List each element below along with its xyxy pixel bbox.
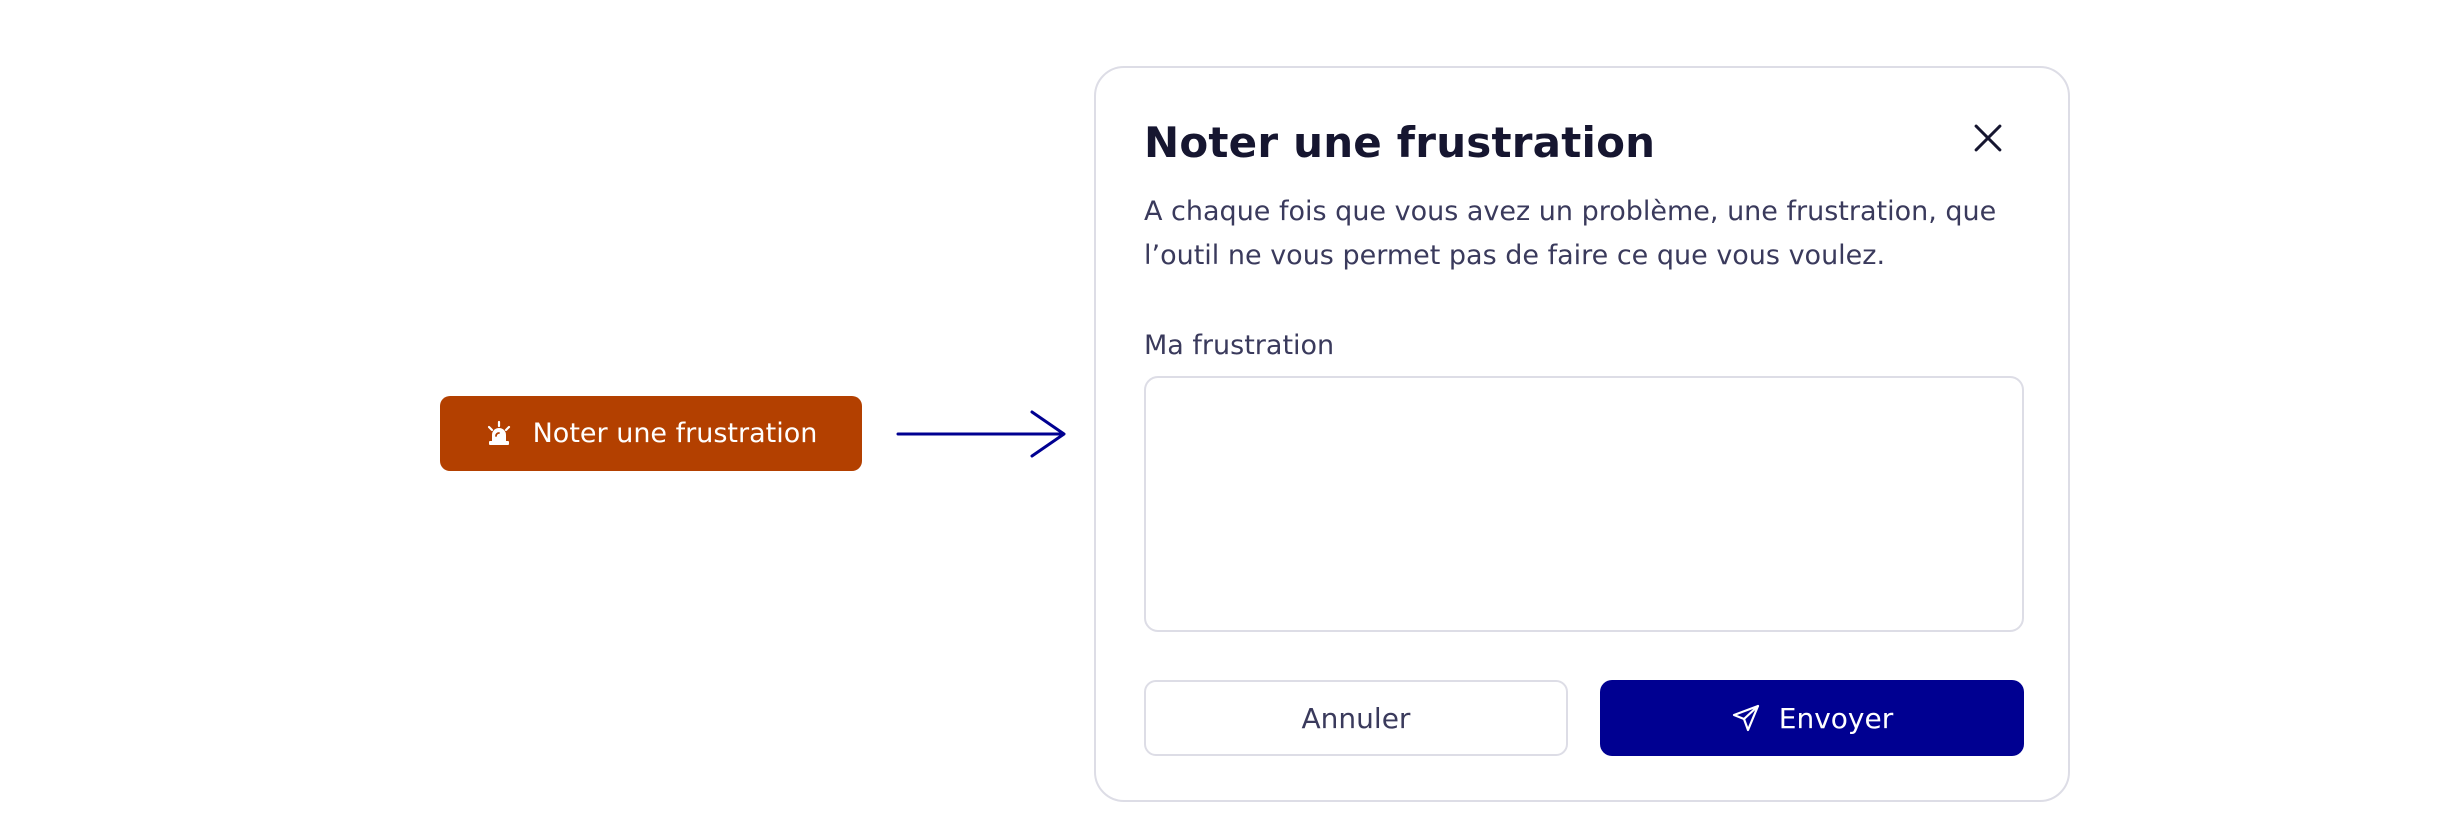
note-frustration-trigger-button[interactable]: Noter une frustration (440, 396, 862, 471)
cancel-button-label: Annuler (1301, 701, 1411, 735)
send-icon (1731, 703, 1761, 733)
dialog-title: Noter une frustration (1144, 118, 1656, 167)
dialog-description: A chaque fois que vous avez un problème,… (1144, 196, 1997, 271)
trigger-label: Noter une frustration (532, 418, 818, 449)
close-icon (1974, 124, 2002, 152)
frustration-field-label: Ma frustration (1144, 330, 1335, 361)
arrow-right-icon (896, 410, 1066, 458)
cancel-button[interactable]: Annuler (1144, 680, 1568, 756)
alarm-siren-icon (485, 420, 513, 448)
send-button[interactable]: Envoyer (1600, 680, 2024, 756)
close-button[interactable] (1968, 118, 2008, 158)
frustration-textarea[interactable] (1144, 376, 2024, 632)
send-button-label: Envoyer (1778, 701, 1894, 735)
frustration-dialog: Noter une frustration A chaque fois que … (1094, 66, 2070, 802)
